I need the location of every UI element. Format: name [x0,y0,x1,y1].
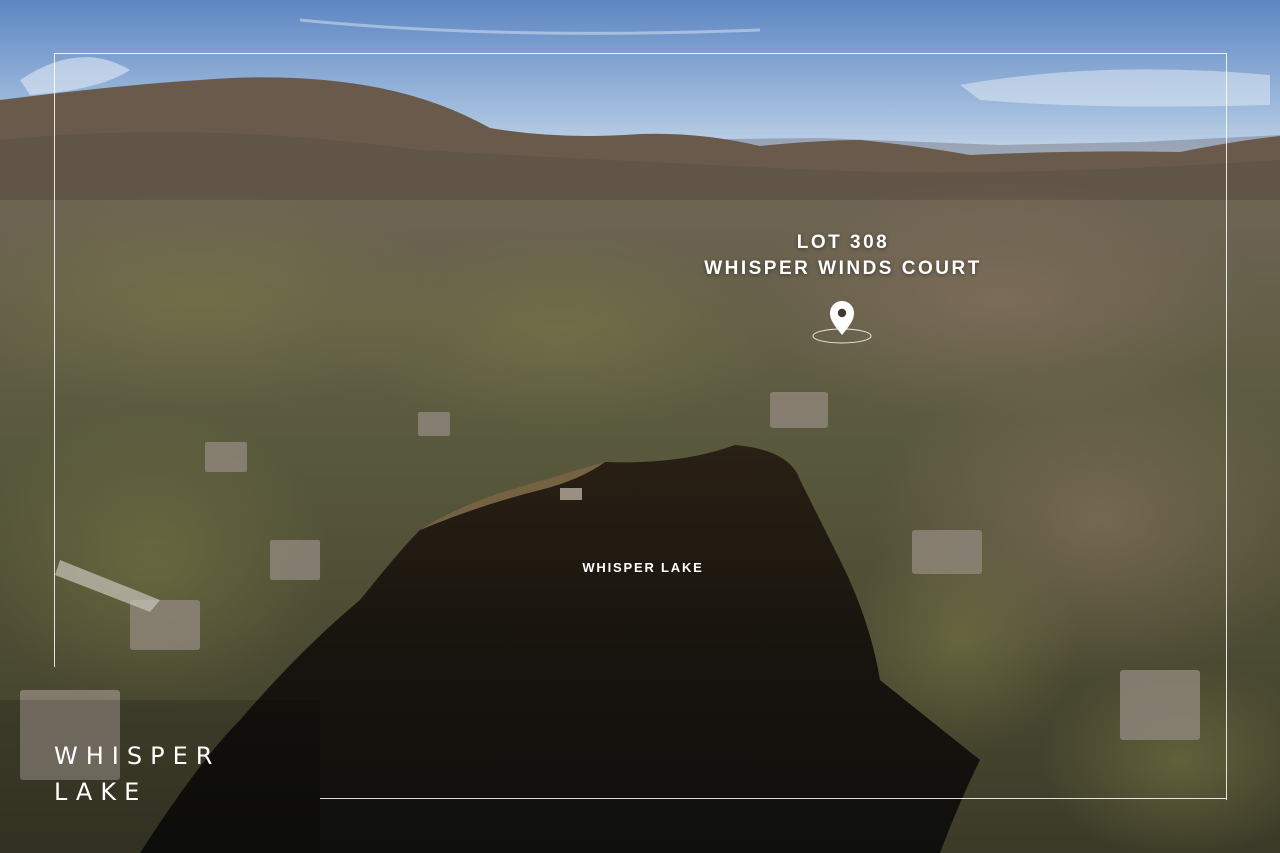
lot-label: LOT 308 WHISPER WINDS COURT [640,230,1046,282]
aerial-landscape [0,0,1280,853]
brand-wordmark: WHISPER LAKE [54,738,220,810]
lake-label: WHISPER LAKE [582,560,704,575]
lot-street: WHISPER WINDS COURT [704,258,982,279]
brand-line-1: WHISPER [54,742,221,770]
lot-number: LOT 308 [796,232,890,253]
aerial-photo: LOT 308 WHISPER WINDS COURT WHISPER LAKE… [0,0,1280,853]
map-pin-icon [812,301,872,344]
brand-line-2: LAKE [54,778,148,806]
